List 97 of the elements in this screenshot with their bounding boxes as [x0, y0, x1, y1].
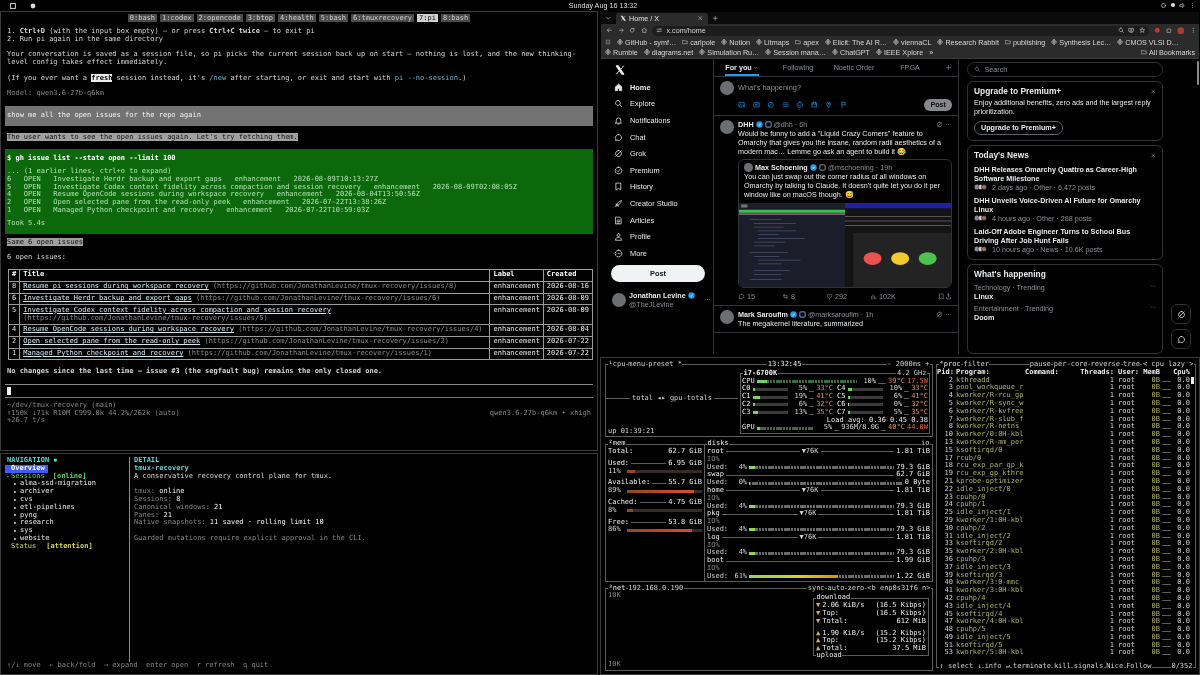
rocket-icon	[614, 198, 623, 208]
repost-icon	[782, 292, 789, 300]
avatar-stack-icon	[974, 215, 989, 221]
close-icon[interactable]	[1149, 151, 1156, 159]
back-arrow-icon[interactable]	[606, 27, 613, 34]
globe-icon	[699, 49, 706, 55]
avatar-icon	[612, 292, 626, 307]
verified-badge-icon	[687, 291, 695, 299]
avatar-icon	[720, 310, 734, 324]
square-badge-icon	[798, 311, 806, 318]
folder-icon	[1141, 49, 1148, 55]
house-icon	[614, 82, 623, 92]
gif-icon[interactable]	[752, 100, 760, 109]
globe-icon	[1117, 39, 1124, 45]
circle-icon[interactable]	[1154, 27, 1161, 34]
forward-arrow-icon[interactable]	[617, 27, 624, 34]
globe-icon	[643, 49, 650, 55]
globe-icon	[605, 49, 611, 55]
puzzle-icon[interactable]	[1165, 27, 1172, 34]
search-icon	[974, 66, 981, 73]
chat-bubble-icon	[614, 132, 623, 142]
plus-icon[interactable]	[711, 15, 718, 22]
scrollbar-thumb[interactable]	[1197, 61, 1199, 85]
ring-icon[interactable]	[1160, 2, 1167, 9]
globe-icon	[721, 39, 728, 45]
search-icon	[614, 99, 623, 109]
caret-icon[interactable]	[605, 15, 612, 22]
globe-icon	[1051, 39, 1058, 45]
globe-icon	[617, 39, 623, 45]
bar-chart-icon	[870, 292, 877, 300]
person-icon	[614, 232, 623, 242]
sparkline	[881, 429, 887, 431]
caret-down-icon[interactable]	[5, 474, 11, 479]
heart-icon	[826, 292, 833, 300]
flag-icon[interactable]	[839, 100, 847, 109]
verified-badge-icon	[755, 121, 763, 128]
plus-icon[interactable]	[944, 64, 952, 71]
x-logo-icon	[619, 15, 626, 22]
avatar-icon	[720, 81, 734, 95]
apps-grid-icon[interactable]	[605, 39, 611, 45]
bookmark-icon[interactable]	[938, 292, 945, 300]
caret-icon[interactable]	[753, 64, 759, 71]
more-dots-icon[interactable]	[945, 311, 952, 318]
floating-button[interactable]	[1171, 329, 1191, 349]
profile-avatar-icon[interactable]	[1177, 26, 1185, 35]
avatar-icon	[744, 163, 753, 172]
scrollbar-thumb[interactable]	[1191, 376, 1194, 384]
square-badge-icon	[764, 121, 772, 128]
folder-icon	[1004, 39, 1011, 45]
more-dots-icon[interactable]	[945, 121, 952, 128]
globe-icon	[876, 49, 882, 55]
globe-icon	[824, 39, 831, 45]
x-logo-icon[interactable]	[614, 64, 626, 76]
square-badge-icon	[818, 164, 826, 171]
sparkline	[834, 429, 840, 431]
close-icon[interactable]	[697, 15, 704, 22]
smiley-icon[interactable]	[796, 100, 804, 109]
speaker-icon[interactable]	[1179, 2, 1186, 9]
dot-icon[interactable]	[1170, 2, 1176, 8]
reload-icon[interactable]	[629, 27, 636, 34]
star-icon[interactable]	[1138, 27, 1145, 34]
location-pin-icon[interactable]	[825, 100, 833, 109]
folder-icon	[795, 39, 802, 45]
globe-icon	[937, 39, 944, 45]
reply-icon	[738, 292, 745, 300]
share-icon[interactable]	[945, 292, 952, 300]
chat-bubble-icon	[1176, 334, 1186, 344]
folder-icon	[682, 39, 689, 45]
card-title: What's happening	[974, 268, 1046, 280]
globe-icon	[756, 39, 763, 45]
globe-icon	[765, 49, 772, 55]
avatar-stack-icon	[974, 184, 989, 190]
card-title: Upgrade to Premium+	[974, 86, 1062, 97]
globe-icon	[832, 49, 838, 55]
input-field[interactable]	[5, 383, 593, 398]
bell-icon	[614, 116, 623, 125]
sparkline	[878, 382, 887, 384]
sliders-icon[interactable]	[656, 27, 663, 34]
cursor-block	[7, 386, 12, 395]
verified-badge-icon	[789, 311, 797, 318]
monitor-icon[interactable]	[1128, 27, 1135, 34]
calendar-icon[interactable]	[810, 100, 818, 109]
globe-icon	[893, 39, 900, 45]
list-icon[interactable]	[781, 100, 789, 109]
close-icon[interactable]	[1149, 88, 1156, 95]
document-icon	[614, 215, 623, 225]
search-icon[interactable]	[1117, 27, 1124, 34]
floating-button[interactable]	[1171, 304, 1191, 324]
avatar-icon	[720, 120, 734, 134]
bookmark-icon	[614, 182, 623, 192]
verified-badge-icon	[809, 164, 817, 171]
card-title: Today's News	[974, 149, 1029, 161]
house-icon[interactable]	[640, 27, 647, 34]
avatar-stack-icon	[974, 246, 989, 252]
vertical-dots-icon[interactable]	[1189, 2, 1196, 9]
dot-icon[interactable]	[30, 2, 36, 9]
image-icon[interactable]	[738, 100, 746, 109]
